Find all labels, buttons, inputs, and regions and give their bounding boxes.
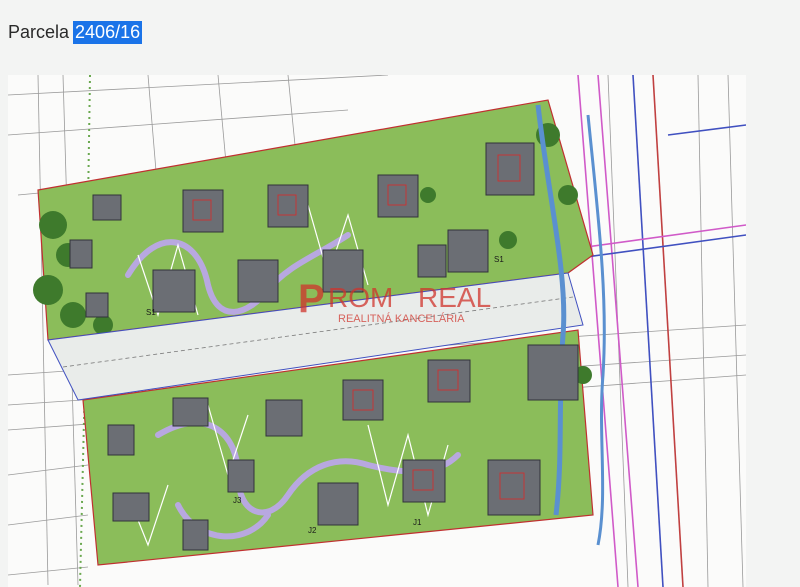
parcel-number-selected[interactable]: 2406/16 (73, 20, 143, 44)
zone-label: J1 (413, 518, 422, 527)
watermark-brand-initial: P (298, 277, 325, 321)
zone-label: S1 (494, 255, 504, 264)
site-plan-drawing: S1 S1 J1 J2 J3 P ROM REAL REALITNÁ KANCE… (8, 75, 746, 587)
zone-label: J2 (308, 526, 317, 535)
site-plan-image[interactable]: S1 S1 J1 J2 J3 P ROM REAL REALITNÁ KANCE… (8, 75, 746, 587)
title-prefix: Parcela (8, 21, 70, 42)
zone-label: J3 (233, 496, 242, 505)
zone-label: S1 (146, 308, 156, 317)
page-title: Parcela 2406/16 (8, 18, 143, 46)
watermark-brand-real: REAL (418, 282, 491, 313)
watermark-subtitle: REALITNÁ KANCELÁRIA (338, 312, 465, 325)
watermark-brand-rom: ROM (328, 282, 393, 313)
